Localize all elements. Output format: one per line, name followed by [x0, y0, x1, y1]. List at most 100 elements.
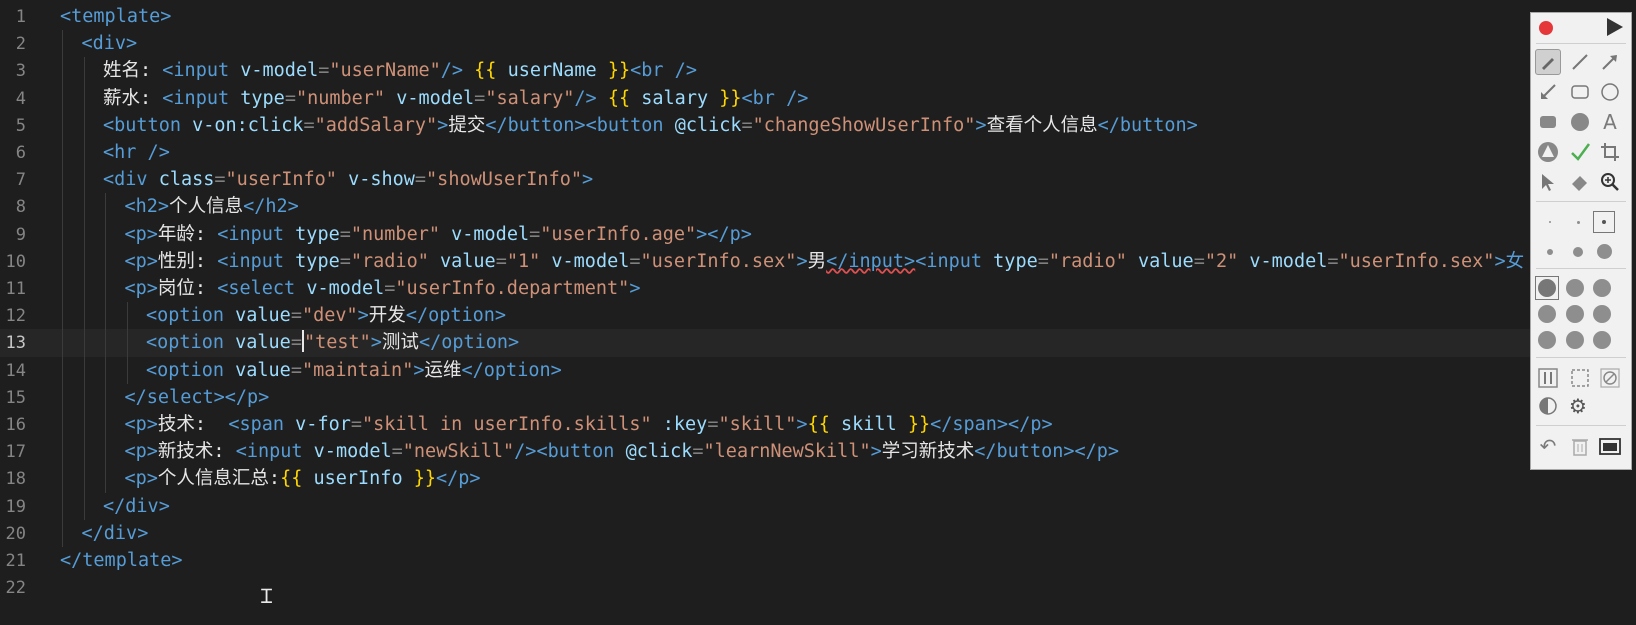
filled-rect-icon[interactable] — [1535, 109, 1561, 135]
selection-icon[interactable] — [1567, 365, 1593, 391]
disable-icon[interactable] — [1597, 365, 1623, 391]
code-line[interactable]: 7 <div class="userInfo" v-show="showUserI… — [0, 166, 1530, 194]
code-token: </template> — [60, 550, 183, 571]
code-line[interactable]: 20 </div> — [0, 520, 1530, 548]
code-token: v-show — [348, 169, 415, 191]
code-token: type — [295, 250, 340, 272]
filled-circle-icon[interactable] — [1567, 109, 1593, 135]
code-line[interactable]: 17 <p>新技术: <input v-model="newSkill"/><bu… — [0, 438, 1530, 466]
code-line[interactable]: 6 <hr /> — [0, 139, 1530, 167]
opacity-dot[interactable] — [1538, 279, 1556, 297]
trash-icon[interactable] — [1567, 433, 1593, 459]
code-token: <p> — [124, 278, 158, 299]
zoom-icon[interactable] — [1597, 169, 1623, 195]
code-token: <div> — [81, 33, 138, 55]
code-editor[interactable]: 1 <template> 2 <div> 3 姓名: <input v-model="us… — [0, 0, 1636, 625]
opacity-dot[interactable] — [1566, 331, 1584, 349]
code-line[interactable]: 11 <p>岗位: <select v-model="userInfo.depar… — [0, 275, 1530, 303]
line-number: 2 — [15, 34, 26, 55]
opacity-dot[interactable] — [1593, 331, 1611, 349]
code-line[interactable]: 5 <button v-on:click="addSalary">提交</butt… — [0, 112, 1530, 140]
code-token: 开发 — [368, 305, 406, 327]
opacity-dot[interactable] — [1566, 279, 1584, 297]
code-token: :key — [662, 414, 708, 435]
code-line[interactable]: 2 <div> — [0, 30, 1530, 58]
opacity-dot[interactable] — [1538, 305, 1556, 323]
line-icon[interactable] — [1567, 49, 1593, 75]
code-line[interactable]: 18 <p>个人信息汇总:{{ userInfo }}</p> — [0, 465, 1530, 493]
code-token: <option — [146, 359, 236, 381]
opacity-dot[interactable] — [1593, 305, 1611, 323]
line-number: 22 — [5, 578, 26, 599]
line-number: 5 — [15, 115, 26, 136]
opacity-dot[interactable] — [1593, 279, 1611, 297]
rounded-rect-icon[interactable] — [1567, 79, 1593, 105]
arrow-reverse-icon[interactable] — [1535, 79, 1561, 105]
size-dot-3[interactable] — [1602, 220, 1606, 224]
size-dot-5[interactable] — [1573, 247, 1583, 257]
indent-guide — [105, 411, 106, 439]
code-line[interactable]: 12 <option value="dev">开发</option> — [0, 302, 1530, 330]
line-number: 11 — [5, 279, 26, 299]
size-dot-1[interactable] — [1549, 221, 1551, 223]
size-dot-4[interactable] — [1547, 249, 1553, 255]
eraser-icon[interactable] — [1567, 169, 1593, 195]
indent-guide — [62, 166, 63, 194]
indent-guide — [62, 329, 63, 357]
code-line[interactable]: 19 </div> — [0, 493, 1530, 521]
indent-guide — [62, 492, 63, 520]
code-token: </button> — [1097, 114, 1198, 136]
pointer-icon[interactable] — [1535, 169, 1561, 195]
code-token: {{ — [607, 87, 631, 109]
settings-icon[interactable]: ⚙ — [1565, 393, 1591, 419]
code-line[interactable]: 9 <p>年龄: <input type="number" v-model="us… — [0, 221, 1530, 249]
code-token: 姓名: — [103, 60, 163, 82]
code-token: >女 — [1494, 250, 1525, 272]
code-line[interactable]: 4 薪水: <input type="number" v-model="salar… — [0, 85, 1530, 113]
code-token: "test" — [303, 332, 371, 354]
code-token: "1" — [506, 250, 541, 272]
code-token: = — [391, 441, 403, 463]
code-token: > — [975, 114, 987, 136]
indent-guide — [83, 57, 85, 85]
code-line[interactable]: 8 <h2>个人信息</h2> — [0, 193, 1530, 221]
code-line[interactable]: 10 <p>性别: <input type="radio" value="1" v… — [0, 248, 1530, 276]
code-token: 学习新技术 — [881, 441, 975, 463]
code-line[interactable]: 3 姓名: <input v-model="userName"/> {{ user… — [0, 57, 1530, 85]
split-icon[interactable] — [1535, 365, 1561, 391]
opacity-dot[interactable] — [1538, 331, 1556, 349]
code-text: <div class="userInfo" v-show="showUserIn… — [103, 166, 593, 194]
code-token: 运维 — [424, 359, 462, 381]
code-line[interactable]: 13 <option value= "test">测试</option> — [0, 329, 1530, 358]
code-token: = — [303, 114, 315, 136]
code-line[interactable]: 16 <p>技术: <span v-for="skill in userInfo.… — [0, 411, 1530, 439]
code-token: = — [339, 250, 351, 272]
code-text: <p>岗位: <select v-model="userInfo.departm… — [125, 275, 641, 303]
size-dot-6[interactable] — [1597, 244, 1612, 259]
play-icon[interactable] — [1607, 18, 1623, 36]
opacity-dot[interactable] — [1566, 305, 1584, 323]
circle-icon[interactable] — [1597, 79, 1623, 105]
contrast-icon[interactable] — [1535, 393, 1561, 419]
code-token: <option — [146, 305, 236, 327]
code-line[interactable]: 1 <template> — [0, 3, 1530, 31]
check-icon[interactable] — [1567, 139, 1593, 165]
save-icon[interactable] — [1597, 433, 1623, 459]
code-line[interactable]: 15 </select></p> — [0, 384, 1530, 412]
line-number: 4 — [15, 88, 26, 109]
record-icon[interactable] — [1539, 21, 1553, 35]
size-dot-2[interactable] — [1577, 221, 1580, 224]
code-token: v-model — [551, 250, 630, 272]
code-line[interactable]: 14 <option value="maintain">运维</option> — [0, 357, 1530, 385]
code-line[interactable]: 21 </template> — [0, 547, 1530, 575]
text-icon[interactable]: A — [1597, 109, 1623, 135]
undo-icon[interactable]: ↶ — [1535, 433, 1561, 459]
brush-icon[interactable] — [1535, 49, 1561, 75]
arrow-icon[interactable] — [1597, 49, 1623, 75]
crop-icon[interactable] — [1597, 139, 1623, 165]
code-line[interactable]: 22 — [0, 574, 1530, 602]
line-number: 15 — [5, 387, 26, 408]
indent-guide — [83, 356, 85, 384]
blur-icon[interactable] — [1535, 139, 1561, 165]
